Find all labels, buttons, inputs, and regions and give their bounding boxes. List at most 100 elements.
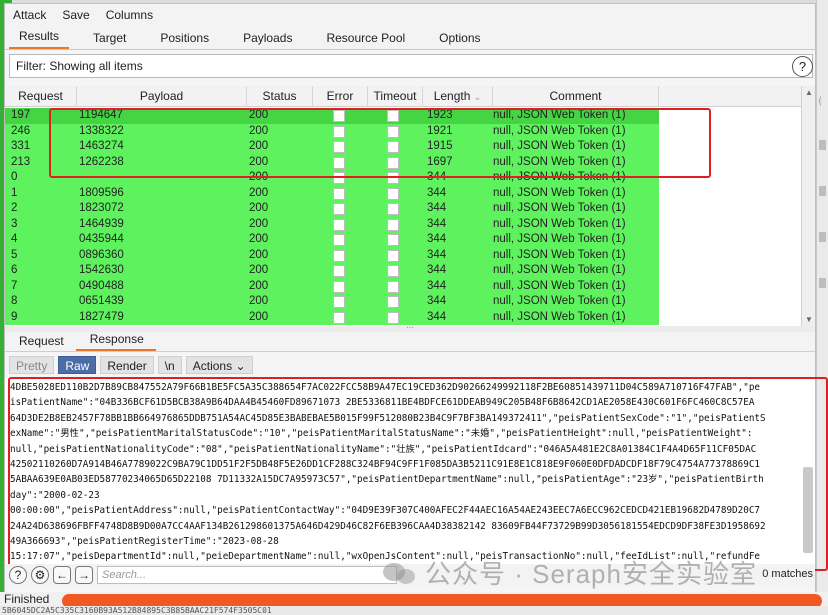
search-input[interactable]: Search... bbox=[97, 566, 397, 584]
error-checkbox bbox=[333, 125, 345, 138]
column-error[interactable]: Error bbox=[313, 86, 368, 107]
response-scrollbar-thumb[interactable] bbox=[803, 467, 813, 553]
table-cell: 0435944 bbox=[79, 233, 124, 245]
table-row[interactable]: 331 1463274 200 1915 null, JSON Web Token (1… bbox=[5, 139, 659, 155]
table-cell: null, JSON Web Token (1) bbox=[493, 202, 626, 214]
newline-toggle-button[interactable]: \n bbox=[157, 356, 182, 374]
error-checkbox bbox=[333, 265, 345, 277]
table-cell: 1 bbox=[11, 186, 18, 199]
help-icon[interactable]: ? bbox=[9, 566, 27, 584]
table-cell: 1923 bbox=[427, 109, 453, 121]
table-row[interactable]: 213 1262238 200 1697 null, JSON Web Token (1… bbox=[5, 154, 659, 170]
view-mode-bar: Pretty Raw Render \n Actions ⌄ bbox=[9, 355, 253, 375]
forward-arrow-icon[interactable]: → bbox=[75, 566, 93, 584]
error-checkbox bbox=[333, 172, 345, 184]
tab-response[interactable]: Response bbox=[75, 330, 156, 351]
table-cell: 344 bbox=[427, 202, 447, 214]
table-row[interactable]: 9 1827479 200 344 null, JSON Web Token (1) bbox=[5, 309, 659, 325]
table-cell: null, JSON Web Token (1) bbox=[493, 295, 626, 307]
tab-target[interactable]: Target bbox=[83, 27, 136, 49]
tab-options[interactable]: Options bbox=[429, 27, 490, 49]
column-timeout[interactable]: Timeout bbox=[368, 86, 423, 107]
actions-button[interactable]: Actions ⌄ bbox=[185, 356, 253, 374]
column-length[interactable]: Length ⌄ bbox=[423, 86, 493, 107]
timeout-checkbox bbox=[387, 110, 399, 122]
response-line: 5ABAA639E0AB03ED58770234065D65D22108 7D1… bbox=[10, 474, 764, 486]
error-checkbox bbox=[333, 311, 345, 324]
raw-button[interactable]: Raw bbox=[58, 356, 97, 374]
tab-resource-pool[interactable]: Resource Pool bbox=[316, 27, 415, 49]
table-cell: 200 bbox=[249, 202, 269, 214]
table-row[interactable]: 3 1464939 200 344 null, JSON Web Token (1) bbox=[5, 216, 659, 232]
table-cell: 1921 bbox=[427, 124, 453, 137]
table-row[interactable]: 4 0435944 200 344 null, JSON Web Token (1) bbox=[5, 232, 659, 248]
tab-positions[interactable]: Positions bbox=[150, 27, 219, 49]
watermark-text: 公众号 · Seraph安全实验室 bbox=[425, 559, 757, 589]
column-status[interactable]: Status bbox=[247, 86, 313, 107]
gear-icon[interactable]: ⚙ bbox=[31, 566, 49, 584]
table-row[interactable]: 0 200 344 null, JSON Web Token (1) bbox=[5, 170, 659, 186]
pretty-button[interactable]: Pretty bbox=[9, 356, 55, 374]
menu-columns[interactable]: Columns bbox=[106, 8, 161, 22]
table-cell: null, JSON Web Token (1) bbox=[493, 217, 626, 230]
column-payload[interactable]: Payload bbox=[77, 86, 247, 107]
table-cell: 200 bbox=[249, 186, 269, 199]
table-cell: 331 bbox=[11, 140, 31, 152]
error-checkbox bbox=[333, 280, 345, 293]
filter-bar[interactable]: Filter: Showing all items ? bbox=[9, 54, 813, 78]
table-row[interactable]: 6 1542630 200 344 null, JSON Web Token (1) bbox=[5, 263, 659, 279]
column-comment[interactable]: Comment bbox=[493, 86, 659, 107]
help-icon[interactable]: ? bbox=[792, 56, 813, 77]
response-line: 24A24D638696FBFF4748D8B9D00A7CC4AAF134B2… bbox=[10, 520, 766, 532]
timeout-checkbox bbox=[387, 141, 399, 153]
table-cell: 7 bbox=[11, 279, 18, 292]
menu-attack[interactable]: Attack bbox=[13, 8, 54, 22]
table-cell: null, JSON Web Token (1) bbox=[493, 140, 626, 152]
match-count: 0 matches bbox=[762, 568, 813, 580]
menu-save[interactable]: Save bbox=[62, 8, 97, 22]
table-cell: 200 bbox=[249, 109, 269, 121]
background-tick bbox=[819, 186, 826, 196]
render-button[interactable]: Render bbox=[100, 356, 154, 374]
table-scrollbar[interactable]: ▲ ▼ bbox=[801, 86, 815, 326]
table-cell: null, JSON Web Token (1) bbox=[493, 155, 626, 168]
background-tick bbox=[819, 140, 826, 150]
table-row[interactable]: 7 0490488 200 344 null, JSON Web Token (1) bbox=[5, 278, 659, 294]
response-body[interactable]: 4DBE5028ED110B2D7B89CB847552A79F66B1BE5F… bbox=[5, 377, 815, 564]
table-row[interactable]: 1 1809596 200 344 null, JSON Web Token (1) bbox=[5, 185, 659, 201]
tab-payloads[interactable]: Payloads bbox=[233, 27, 302, 49]
table-cell: 0651439 bbox=[79, 295, 124, 307]
timeout-checkbox bbox=[387, 218, 399, 231]
table-cell: 200 bbox=[249, 140, 269, 152]
table-row[interactable]: 5 0896360 200 344 null, JSON Web Token (1) bbox=[5, 247, 659, 263]
table-row[interactable]: 2 1823072 200 344 null, JSON Web Token (1) bbox=[5, 201, 659, 217]
scroll-down-icon[interactable]: ▼ bbox=[805, 315, 813, 324]
table-row[interactable]: 197 1194647 200 1923 null, JSON Web Token (1… bbox=[5, 108, 659, 124]
table-row[interactable]: 246 1338322 200 1921 null, JSON Web Token (1… bbox=[5, 123, 659, 139]
error-checkbox bbox=[333, 203, 345, 215]
error-checkbox bbox=[333, 249, 345, 262]
tab-results[interactable]: Results bbox=[9, 25, 70, 49]
table-cell: 1463274 bbox=[79, 140, 124, 152]
scroll-up-icon[interactable]: ▲ bbox=[805, 88, 813, 97]
back-arrow-icon[interactable]: ← bbox=[53, 566, 71, 584]
table-cell: null, JSON Web Token (1) bbox=[493, 124, 626, 137]
error-checkbox bbox=[333, 296, 345, 308]
tab-request[interactable]: Request bbox=[5, 332, 76, 351]
table-cell: 2 bbox=[11, 202, 18, 214]
table-cell: 344 bbox=[427, 233, 447, 245]
message-tabs: Request Response bbox=[5, 332, 815, 352]
timeout-checkbox bbox=[387, 280, 399, 293]
response-line: exName":"男性","peisPatientMaritalStatusCo… bbox=[10, 428, 753, 440]
table-cell: 1262238 bbox=[79, 155, 124, 168]
watermark: 公众号 · Seraph安全实验室 bbox=[383, 554, 757, 591]
table-cell: 1915 bbox=[427, 140, 453, 152]
table-cell: 200 bbox=[249, 279, 269, 292]
table-cell: 344 bbox=[427, 295, 447, 307]
column-request[interactable]: Request bbox=[5, 86, 77, 107]
timeout-checkbox bbox=[387, 296, 399, 308]
table-row[interactable]: 8 0651439 200 344 null, JSON Web Token (1) bbox=[5, 294, 659, 310]
table-cell: 344 bbox=[427, 171, 447, 183]
table-cell: 8 bbox=[11, 295, 18, 307]
table-cell: 5 bbox=[11, 248, 18, 261]
